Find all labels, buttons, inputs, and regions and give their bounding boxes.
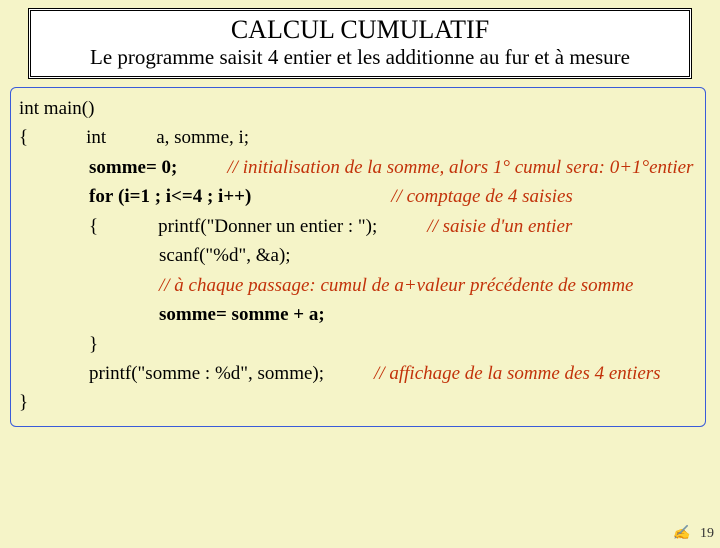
code-line: for (i=1 ; i<=4 ; i++) // comptage de 4 … xyxy=(19,182,697,211)
for-cond: (i=1 ; i<=4 ; i++) xyxy=(113,182,251,211)
comment: // affichage de la somme des 4 entiers xyxy=(374,359,661,388)
kw-int: int xyxy=(86,123,106,152)
code-line: // à chaque passage: cumul de a+valeur p… xyxy=(19,271,697,300)
code-line: { int a, somme, i; xyxy=(19,123,697,152)
comment: // comptage de 4 saisies xyxy=(391,182,573,211)
code-frame: int main() { int a, somme, i; somme= 0; … xyxy=(10,87,706,427)
code-line: somme= somme + a; xyxy=(19,300,697,329)
code-line: int main() xyxy=(19,94,697,123)
pencil-icon: ✍ xyxy=(673,525,690,542)
decl: a, somme, i; xyxy=(156,123,249,152)
title-sub: Le programme saisit 4 entier et les addi… xyxy=(39,45,681,70)
printf: printf("somme : %d", somme); xyxy=(89,359,324,388)
comment: // saisie d'un entier xyxy=(427,212,572,241)
code-line: scanf("%d", &a); xyxy=(19,241,697,270)
title-box: CALCUL CUMULATIF Le programme saisit 4 e… xyxy=(28,8,692,79)
code-line: printf("somme : %d", somme); // affichag… xyxy=(19,359,697,388)
brace-close: } xyxy=(89,330,98,359)
comment: // initialisation de la somme, alors 1° … xyxy=(227,153,693,182)
stmt: somme= 0; xyxy=(89,153,177,182)
title-main: CALCUL CUMULATIF xyxy=(39,15,681,45)
brace-open: { xyxy=(19,123,28,152)
code-text: int main() xyxy=(19,94,94,123)
brace-open: { xyxy=(89,212,98,241)
code-line: } xyxy=(19,330,697,359)
code-line: } xyxy=(19,388,697,417)
printf: printf("Donner un entier : "); xyxy=(158,212,377,241)
kw-for: for xyxy=(89,182,113,211)
comment: // à chaque passage: cumul de a+valeur p… xyxy=(159,271,634,300)
assign: somme= somme + a; xyxy=(159,300,325,329)
code-line: somme= 0; // initialisation de la somme,… xyxy=(19,153,697,182)
brace-close: } xyxy=(19,388,28,417)
code-line: { printf("Donner un entier : "); // sais… xyxy=(19,212,697,241)
scanf: scanf("%d", &a); xyxy=(159,241,291,270)
